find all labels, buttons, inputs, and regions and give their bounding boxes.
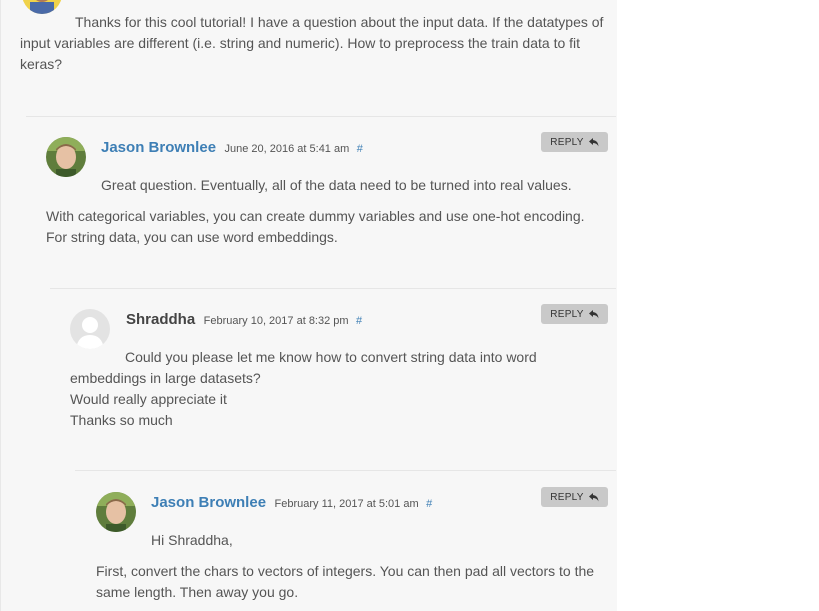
first-comment-text: Thanks for this cool tutorial! I have a … [20,14,604,72]
reply-1-paragraph: With categorical variables, you can crea… [46,208,585,224]
permalink[interactable]: # [356,315,362,327]
comments-panel [0,0,617,611]
reply-1-paragraph: For string data, you can use word embedd… [46,229,338,245]
reply-button[interactable]: REPLY [541,132,608,152]
reply-label: REPLY [550,308,584,320]
reply-1-paragraph: Great question. Eventually, all of the d… [101,177,572,193]
comment-divider [75,470,616,471]
reply-2-body: Could you please let me know how to conv… [70,347,610,431]
reply-1-header: Jason Brownlee June 20, 2016 at 5:41 am … [101,139,363,157]
reply-2-line: Would really appreciate it [70,391,227,407]
reply-label: REPLY [550,491,584,503]
reply-3-line: same length. Then away you go. [96,584,299,600]
reply-button[interactable]: REPLY [541,487,608,507]
reply-2-line: Thanks so much [70,412,173,428]
reply-3-greeting: Hi Shraddha, [151,532,233,548]
reply-arrow-icon [588,137,599,146]
comment-date[interactable]: February 11, 2017 at 5:01 am [275,498,419,510]
author-name: Shraddha [126,311,196,328]
permalink[interactable]: # [357,143,363,155]
jason-avatar[interactable] [96,492,136,532]
reply-2-line: embeddings in large datasets? [70,370,261,386]
jason-avatar[interactable] [46,137,86,177]
reply-3-header: Jason Brownlee February 11, 2017 at 5:01… [151,494,432,512]
comment-divider [26,116,616,117]
reply-2-line: Could you please let me know how to conv… [125,349,537,365]
shraddha-avatar[interactable] [70,309,110,349]
author-link[interactable]: Jason Brownlee [151,494,266,511]
reply-3-line: First, convert the chars to vectors of i… [96,563,595,579]
comment-date[interactable]: June 20, 2016 at 5:41 am [225,143,350,155]
reply-3-body: Hi Shraddha, First, convert the chars to… [96,530,606,603]
comment-divider [50,288,616,289]
author-link[interactable]: Jason Brownlee [101,139,216,156]
reply-2-header: Shraddha February 10, 2017 at 8:32 pm # [126,311,362,329]
reply-1-body: Great question. Eventually, all of the d… [46,175,606,248]
reply-label: REPLY [550,136,584,148]
reply-arrow-icon [588,492,599,501]
permalink[interactable]: # [426,498,432,510]
comment-date[interactable]: February 10, 2017 at 8:32 pm [204,315,349,327]
reply-button[interactable]: REPLY [541,304,608,324]
reply-arrow-icon [588,309,599,318]
